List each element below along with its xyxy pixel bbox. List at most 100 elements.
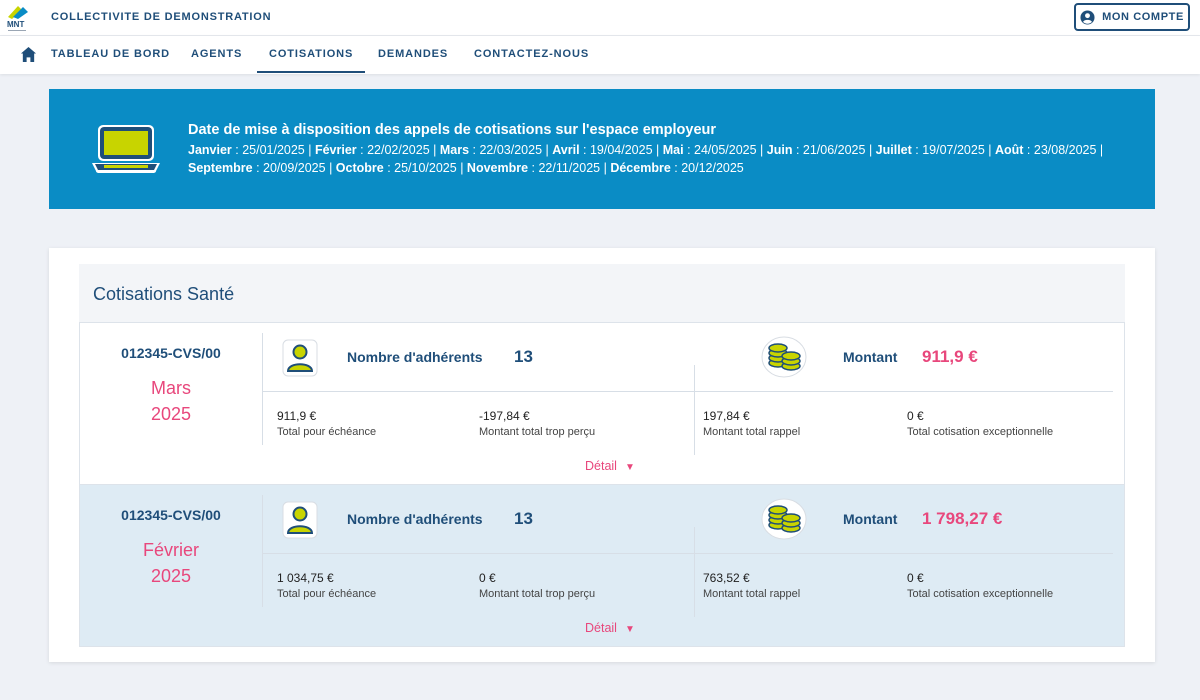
montant-label: Montant <box>843 511 898 527</box>
metric-label: Montant total trop perçu <box>479 588 596 600</box>
banner-date-item: Juin : 21/06/2025 <box>766 143 866 157</box>
banner-date-item: Mars : 22/03/2025 <box>439 143 543 157</box>
nav-agents[interactable]: AGENTS <box>191 48 242 60</box>
banner-date-month: Février <box>314 143 357 157</box>
banner-date-month: Décembre <box>610 161 671 175</box>
banner-date-month: Août <box>994 143 1024 157</box>
metric-trop-percu: -197,84 € Montant total trop perçu <box>479 409 595 438</box>
banner-date-month: Mai <box>662 143 684 157</box>
metric-exceptionnelle: 0 € Total cotisation exceptionnelle <box>907 571 1053 600</box>
cotisation-row: 012345-CVS/00 Mars 2025 Nombre d'adhéren… <box>79 322 1125 485</box>
organization-name: COLLECTIVITE DE DEMONSTRATION <box>51 11 272 23</box>
my-account-label: MON COMPTE <box>1102 11 1184 23</box>
period-year: 2025 <box>150 566 192 586</box>
banner-date-item: Janvier : 25/01/2025 <box>188 143 305 157</box>
my-account-button[interactable]: MON COMPTE <box>1074 3 1190 31</box>
divider <box>263 553 1113 554</box>
metric-exceptionnelle: 0 € Total cotisation exceptionnelle <box>907 409 1053 438</box>
account-circle-icon <box>1080 9 1095 25</box>
person-icon <box>282 501 318 539</box>
banner-date-month: Mars <box>439 143 470 157</box>
banner-dates: Janvier : 25/01/2025 | Février : 22/02/2… <box>188 143 1104 175</box>
period: Février 2025 <box>80 537 262 589</box>
metric-value: 0 € <box>479 571 496 585</box>
banner-date-month: Octobre <box>335 161 384 175</box>
divider <box>263 391 1113 392</box>
montant-label: Montant <box>843 349 898 365</box>
metric-label: Total pour échéance <box>277 588 377 600</box>
nav-tableau-de-bord[interactable]: TABLEAU DE BORD <box>51 48 170 60</box>
top-bar: MNT COLLECTIVITE DE DEMONSTRATION MON CO… <box>0 0 1200 36</box>
banner-title: Date de mise à disposition des appels de… <box>188 122 717 138</box>
metric-total-echeance: 1 034,75 € Total pour échéance <box>277 571 376 600</box>
metric-value: 911,9 € <box>277 409 317 423</box>
metric-value: 197,84 € <box>703 409 750 423</box>
coins-icon <box>761 498 807 540</box>
metric-value: 1 034,75 € <box>277 571 334 585</box>
metric-label: Total cotisation exceptionnelle <box>907 426 1054 438</box>
banner-date-item: Juillet : 19/07/2025 <box>875 143 985 157</box>
logo-text: MNT <box>7 20 24 29</box>
period-month: Mars <box>151 378 191 398</box>
divider <box>262 495 263 607</box>
caret-down-icon: ▼ <box>624 624 635 635</box>
divider <box>262 333 263 445</box>
banner-date-item: Mai : 24/05/2025 <box>662 143 757 157</box>
metric-value: 0 € <box>907 571 924 585</box>
metric-rappel: 763,52 € Montant total rappel <box>703 571 800 600</box>
detail-label: Détail <box>585 621 617 635</box>
nav-demandes[interactable]: DEMANDES <box>378 48 448 60</box>
main-nav: TABLEAU DE BORD AGENTS COTISATIONS DEMAN… <box>0 36 1200 74</box>
adherents-count: 13 <box>514 509 533 528</box>
metric-label: Montant total rappel <box>703 588 801 600</box>
coins-icon <box>761 336 807 378</box>
detail-label: Détail <box>585 459 617 473</box>
mnt-logo[interactable]: MNT <box>6 3 32 33</box>
caret-down-icon: ▼ <box>624 462 635 473</box>
card-header: Cotisations Santé <box>79 264 1125 322</box>
nav-cotisations[interactable]: COTISATIONS <box>256 48 366 73</box>
banner-date-item: Octobre : 25/10/2025 <box>335 161 457 175</box>
banner-date-month: Novembre <box>466 161 529 175</box>
metric-value: 0 € <box>907 409 924 423</box>
banner-date-item: Août : 23/08/2025 <box>994 143 1097 157</box>
metric-label: Total pour échéance <box>277 426 377 438</box>
banner-date-month: Avril <box>552 143 580 157</box>
banner-date-month: Septembre <box>188 161 253 175</box>
divider <box>694 527 695 617</box>
period-year: 2025 <box>150 404 192 424</box>
metric-total-echeance: 911,9 € Total pour échéance <box>277 409 376 438</box>
nav-contactez-nous[interactable]: CONTACTEZ-NOUS <box>474 48 589 60</box>
banner-date-item: Novembre : 22/11/2025 <box>466 161 601 175</box>
metric-label: Montant total trop perçu <box>479 426 596 438</box>
detail-toggle[interactable]: Détail ▼ <box>585 621 635 635</box>
contract-number: 012345-CVS/00 <box>121 507 221 523</box>
adherents-label: Nombre d'adhérents <box>347 511 483 527</box>
period-month: Février <box>142 540 199 560</box>
montant-value: 1 798,27 € <box>922 509 1003 528</box>
metric-trop-percu: 0 € Montant total trop perçu <box>479 571 595 600</box>
divider <box>694 365 695 455</box>
cotisations-card: Cotisations Santé 012345-CVS/00 Mars 202… <box>49 248 1155 662</box>
metric-label: Total cotisation exceptionnelle <box>907 588 1054 600</box>
banner-date-item: Décembre : 20/12/2025 <box>610 161 744 175</box>
home-icon[interactable] <box>20 46 37 63</box>
banner-date-item: Février : 22/02/2025 <box>314 143 430 157</box>
contract-number: 012345-CVS/00 <box>121 345 221 361</box>
metric-rappel: 197,84 € Montant total rappel <box>703 409 800 438</box>
metric-value: 763,52 € <box>703 571 750 585</box>
cotisation-row: 012345-CVS/00 Février 2025 Nombre d'adhé… <box>79 484 1125 647</box>
banner-date-item: Septembre : 20/09/2025 <box>188 161 326 175</box>
banner-date-month: Juillet <box>875 143 912 157</box>
period: Mars 2025 <box>80 375 262 427</box>
info-banner: Date de mise à disposition des appels de… <box>49 89 1155 209</box>
laptop-icon <box>92 125 160 173</box>
metric-label: Montant total rappel <box>703 426 801 438</box>
montant-value: 911,9 € <box>922 347 978 366</box>
section-title: Cotisations Santé <box>93 284 235 304</box>
detail-toggle[interactable]: Détail ▼ <box>585 459 635 473</box>
adherents-label: Nombre d'adhérents <box>347 349 483 365</box>
banner-date-month: Juin <box>766 143 793 157</box>
person-icon <box>282 339 318 377</box>
banner-date-month: Janvier <box>188 143 232 157</box>
